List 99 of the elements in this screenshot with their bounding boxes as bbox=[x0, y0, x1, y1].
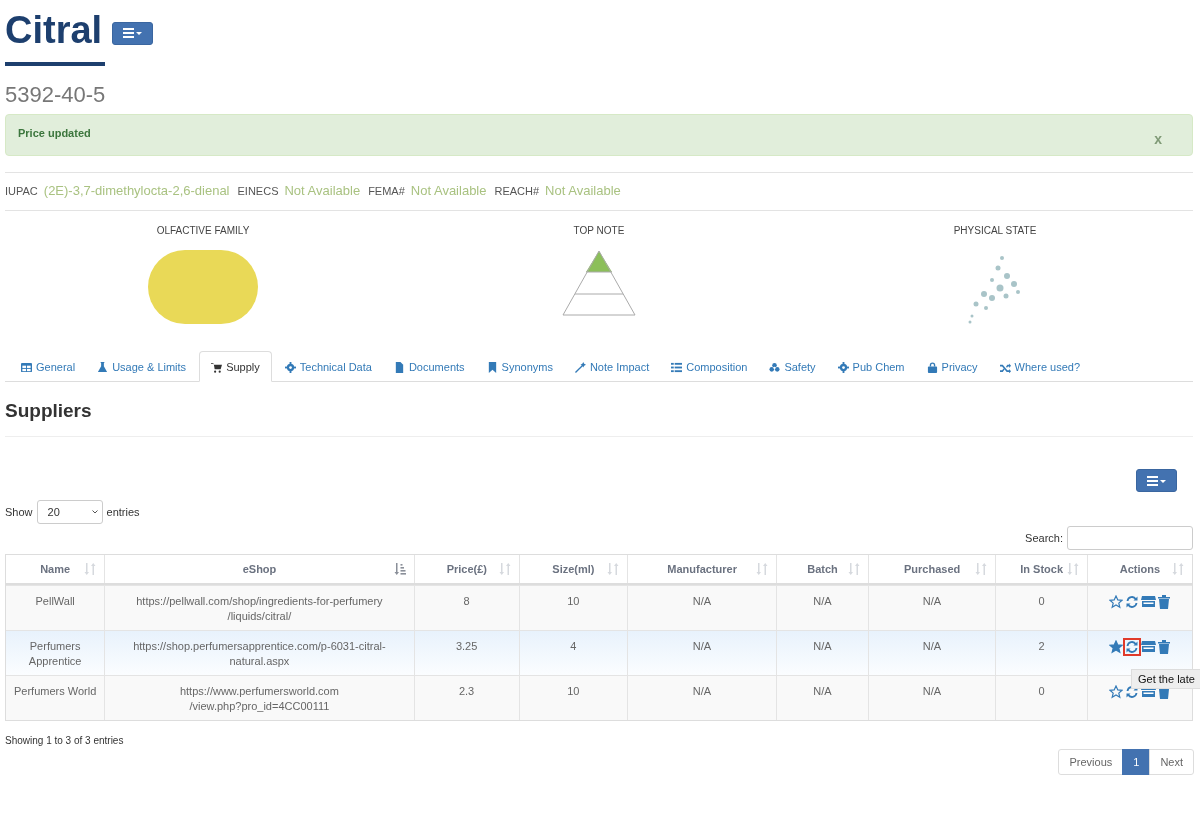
table-cell: https://pellwall.com/shop/ingredients-for-perfumery /liquids/citral/ bbox=[136, 595, 383, 622]
table-cell: 10 bbox=[567, 595, 580, 607]
table-cell: N/A bbox=[813, 595, 832, 607]
table-cell: Perfumers World bbox=[14, 685, 97, 697]
column-header[interactable]: Size(ml) bbox=[518, 555, 627, 583]
trash-icon[interactable] bbox=[1158, 595, 1171, 609]
menu-caret-icon bbox=[1146, 474, 1167, 487]
table-cell: Perfumers Apprentice bbox=[28, 640, 82, 667]
column-header[interactable]: Price(£) bbox=[413, 555, 519, 583]
tab[interactable]: General bbox=[12, 351, 85, 382]
table-cell: https://www.perfumersworld.com /view.php?pro_id=4CC00111 bbox=[179, 685, 339, 712]
tab[interactable]: Privacy bbox=[917, 351, 987, 382]
identifier-label: IUPAC bbox=[5, 185, 38, 197]
lock-icon bbox=[926, 361, 938, 373]
column-header[interactable]: Name bbox=[6, 555, 105, 583]
entries-select[interactable]: 20 bbox=[36, 500, 103, 524]
tab[interactable]: Safety bbox=[760, 351, 825, 382]
table-cell: 0 bbox=[1038, 685, 1045, 697]
identifier-value: (2E)-3,7-dimethylocta-2,6-dienal bbox=[43, 183, 230, 198]
menu-button[interactable] bbox=[112, 21, 154, 45]
profile-label: OLFACTIVE FAMILY bbox=[156, 225, 250, 236]
table-cell: 2 bbox=[1038, 640, 1045, 652]
highlighted-row[interactable]: Perfumers Apprentice https://shop.perfumersapprentice.com/p-6031-citral-natural.aspx 3.25 4 N/A N/A N/A 2 bbox=[6, 630, 1192, 675]
profile-label: PHYSICAL STATE bbox=[953, 225, 1037, 236]
column-header[interactable]: Purchased bbox=[867, 555, 996, 583]
cas-number: 5392-40-5 bbox=[5, 82, 107, 108]
table-cell: 8 bbox=[463, 595, 470, 607]
tab[interactable]: Supply bbox=[199, 351, 272, 382]
tab[interactable]: Synonyms bbox=[477, 351, 562, 382]
identifier-label: FEMA# bbox=[368, 185, 405, 197]
tab[interactable]: Note Impact bbox=[565, 351, 659, 382]
entries-label: entries bbox=[106, 506, 140, 518]
identifier-value: Not Available bbox=[545, 183, 621, 198]
refresh-icon[interactable] bbox=[1125, 640, 1140, 654]
search-label: Search: bbox=[1025, 532, 1063, 544]
doc-icon bbox=[393, 361, 405, 373]
table-cell: PellWall bbox=[35, 595, 75, 607]
identifier-label: REACH# bbox=[494, 185, 540, 197]
chevron-icon bbox=[91, 510, 98, 514]
tooltip: Get the late bbox=[1131, 669, 1200, 689]
table-cell: N/A bbox=[813, 685, 832, 697]
table-cell: 2.3 bbox=[458, 685, 475, 697]
storefront-icon[interactable] bbox=[1141, 595, 1157, 608]
tab[interactable]: Technical Data bbox=[275, 351, 381, 382]
table-cell: 4 bbox=[570, 640, 577, 652]
close-button[interactable]: x bbox=[1154, 131, 1162, 147]
pagination-button[interactable]: Next bbox=[1149, 749, 1194, 775]
show-label: Show bbox=[5, 506, 33, 518]
flask-icon bbox=[97, 361, 109, 373]
column-header[interactable]: Manufacturer bbox=[627, 555, 777, 583]
identifier-value: Not Available bbox=[410, 183, 487, 198]
gear-icon bbox=[837, 361, 849, 373]
tab[interactable]: Documents bbox=[384, 351, 474, 382]
trash-icon[interactable] bbox=[1158, 640, 1171, 654]
menu-caret-icon bbox=[122, 27, 143, 39]
star-outline-icon[interactable] bbox=[1109, 595, 1124, 609]
gear-icon bbox=[284, 361, 296, 373]
column-header[interactable]: In Stock bbox=[995, 555, 1087, 583]
pagination-button[interactable]: 1 bbox=[1122, 749, 1151, 775]
table-cell: https://shop.perfumersapprentice.com/p-6031-citral-natural.aspx bbox=[133, 640, 386, 667]
page-title: Citral bbox=[5, 8, 103, 52]
table-cell: N/A bbox=[692, 595, 712, 607]
identifier-value: Not Available bbox=[284, 183, 361, 198]
table-cell: N/A bbox=[922, 685, 942, 697]
star-outline-icon[interactable] bbox=[1109, 685, 1124, 699]
tab[interactable]: Pub Chem bbox=[828, 351, 914, 382]
identifier-label: EINECS bbox=[237, 185, 279, 197]
pagination-button[interactable]: Previous bbox=[1058, 749, 1124, 775]
storefront-icon[interactable] bbox=[1141, 640, 1157, 653]
table-cell: N/A bbox=[922, 595, 942, 607]
table-icon bbox=[21, 361, 32, 373]
table-cell: N/A bbox=[922, 640, 942, 652]
alert-message: Price updated bbox=[18, 127, 91, 139]
shuffle-icon bbox=[999, 361, 1011, 373]
table-cell: N/A bbox=[813, 640, 832, 652]
bio-icon bbox=[769, 361, 781, 373]
filled-star-icon[interactable] bbox=[1109, 640, 1124, 654]
table-cell: 10 bbox=[567, 685, 580, 697]
column-header[interactable]: Batch bbox=[776, 555, 868, 583]
table-cell: 0 bbox=[1038, 595, 1045, 607]
section-title: Suppliers bbox=[5, 400, 1193, 437]
tab[interactable]: Where used? bbox=[990, 351, 1090, 382]
table-cell: N/A bbox=[692, 640, 712, 652]
tab[interactable]: Usage & Limits bbox=[88, 351, 196, 382]
bookmark-icon bbox=[486, 361, 498, 373]
table-menu-button[interactable] bbox=[1136, 469, 1177, 492]
cart-icon bbox=[211, 361, 223, 373]
table-row[interactable]: PellWall https://pellwall.com/shop/ingredients-for-perfumery /liquids/citral/ 8 10 N/A N/A N/A 0 bbox=[6, 585, 1192, 630]
wand-icon bbox=[574, 361, 586, 373]
tab[interactable]: Composition bbox=[662, 351, 757, 382]
table-cell: N/A bbox=[692, 685, 712, 697]
table-cell: 3.25 bbox=[455, 640, 478, 652]
column-header[interactable]: eShop bbox=[104, 555, 414, 583]
search-field[interactable] bbox=[1067, 526, 1193, 550]
list-icon bbox=[671, 361, 683, 373]
table-info: Showing 1 to 3 of 3 entries bbox=[5, 735, 124, 746]
column-header[interactable]: Actions bbox=[1086, 555, 1192, 583]
refresh-icon[interactable] bbox=[1125, 595, 1140, 609]
profile-label: TOP NOTE bbox=[573, 225, 625, 236]
